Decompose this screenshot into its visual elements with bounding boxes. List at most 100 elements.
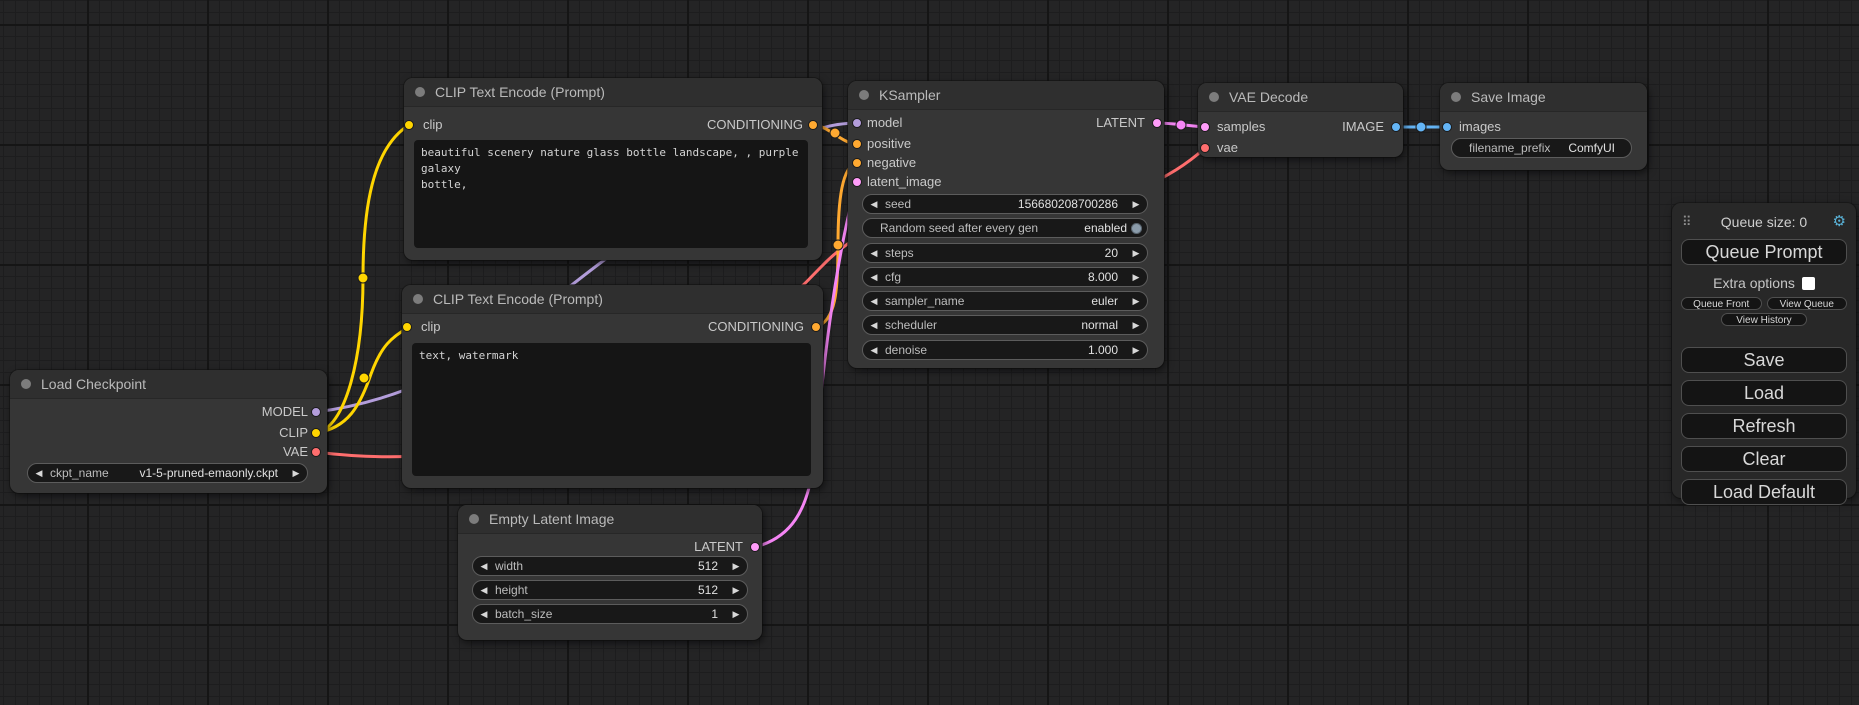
- queue-size-label: Queue size: 0: [1721, 214, 1807, 230]
- widget-value: 1.000: [927, 343, 1125, 357]
- drag-handle-icon[interactable]: ⠿: [1682, 211, 1692, 233]
- node-load-checkpoint[interactable]: Load CheckpointMODELCLIPVAE◀ckpt_namev1-…: [10, 370, 327, 493]
- conditioning-link-negative-center-dot: [833, 240, 843, 250]
- collapse-dot[interactable]: [415, 87, 425, 97]
- widget-label: scheduler: [885, 318, 937, 332]
- arrow-left-icon[interactable]: ◀: [863, 316, 885, 334]
- queue-prompt-button[interactable]: Queue Prompt: [1681, 239, 1847, 265]
- input-slot-vae: vae: [1217, 140, 1238, 156]
- extra-options-checkbox[interactable]: [1802, 277, 1815, 290]
- samples-link-center-dot: [1176, 120, 1186, 130]
- collapse-dot[interactable]: [21, 379, 31, 389]
- widget-sampler_name[interactable]: ◀sampler_nameeuler▶: [862, 291, 1148, 311]
- extra-options-row: Extra options: [1681, 276, 1847, 291]
- widget-batch_size[interactable]: ◀batch_size1▶: [472, 604, 748, 624]
- widget-steps[interactable]: ◀steps20▶: [862, 243, 1148, 263]
- collapse-dot[interactable]: [859, 90, 869, 100]
- arrow-right-icon[interactable]: ▶: [725, 581, 747, 599]
- widget-value: euler: [964, 294, 1125, 308]
- arrow-left-icon[interactable]: ◀: [863, 244, 885, 262]
- node-title-text: Load Checkpoint: [41, 376, 146, 392]
- widget-denoise[interactable]: ◀denoise1.000▶: [862, 340, 1148, 360]
- view-history-button[interactable]: View History: [1721, 313, 1807, 326]
- widget-label: Random seed after every gen: [880, 221, 1038, 235]
- node-vae-decode[interactable]: VAE DecodesamplesvaeIMAGE: [1198, 83, 1403, 157]
- image-link-center-dot: [1416, 122, 1426, 132]
- clip-link-negative-center-dot: [359, 373, 369, 383]
- arrow-left-icon[interactable]: ◀: [863, 195, 885, 213]
- output-slot-LATENT: LATENT: [1096, 115, 1145, 131]
- clear-button[interactable]: Clear: [1681, 446, 1847, 472]
- arrow-right-icon[interactable]: ▶: [725, 557, 747, 575]
- comfy-menu-panel: ⠿ Queue size: 0 ⚙ Queue Prompt Extra opt…: [1672, 203, 1856, 498]
- arrow-left-icon[interactable]: ◀: [473, 557, 495, 575]
- settings-gear-icon[interactable]: ⚙: [1833, 211, 1846, 233]
- arrow-right-icon[interactable]: ▶: [1125, 268, 1147, 286]
- arrow-left-icon[interactable]: ◀: [863, 292, 885, 310]
- widget-ckpt_name[interactable]: ◀ckpt_namev1-5-pruned-emaonly.ckpt▶: [27, 463, 308, 483]
- queue-front-button[interactable]: Queue Front: [1681, 297, 1762, 310]
- arrow-left-icon[interactable]: ◀: [863, 268, 885, 286]
- node-clip-text-encode-positive[interactable]: CLIP Text Encode (Prompt)clipCONDITIONIN…: [404, 78, 822, 260]
- prompt-textarea[interactable]: beautiful scenery nature glass bottle la…: [414, 140, 808, 248]
- widget-height[interactable]: ◀height512▶: [472, 580, 748, 600]
- node-title-text: CLIP Text Encode (Prompt): [435, 84, 605, 100]
- widget-value: normal: [937, 318, 1125, 332]
- output-slot-IMAGE: IMAGE: [1342, 119, 1384, 135]
- input-slot-negative: negative: [867, 155, 916, 171]
- widget-label: width: [495, 559, 523, 573]
- widget-width[interactable]: ◀width512▶: [472, 556, 748, 576]
- load-button[interactable]: Load: [1681, 380, 1847, 406]
- widget-value: 8.000: [901, 270, 1125, 284]
- arrow-right-icon[interactable]: ▶: [1125, 244, 1147, 262]
- graph-canvas[interactable]: { "icons": { "arrow_left": "◀", "arrow_r…: [0, 0, 1859, 705]
- collapse-dot[interactable]: [469, 514, 479, 524]
- node-title-bar: CLIP Text Encode (Prompt): [404, 78, 822, 107]
- load-default-button[interactable]: Load Default: [1681, 479, 1847, 505]
- clip-link-negative: [316, 328, 407, 433]
- arrow-left-icon[interactable]: ◀: [28, 464, 50, 482]
- arrow-right-icon[interactable]: ▶: [1125, 341, 1147, 359]
- widget-seed[interactable]: ◀seed156680208700286▶: [862, 194, 1148, 214]
- output-slot-LATENT: LATENT: [694, 539, 743, 555]
- input-slot-samples: samples: [1217, 119, 1265, 135]
- widget-Random seed after every gen[interactable]: Random seed after every genenabled: [862, 218, 1148, 238]
- arrow-right-icon[interactable]: ▶: [1125, 316, 1147, 334]
- widget-value: v1-5-pruned-emaonly.ckpt: [109, 466, 285, 480]
- arrow-left-icon[interactable]: ◀: [863, 341, 885, 359]
- node-empty-latent-image[interactable]: Empty Latent Image LATENT◀width512▶ ◀heigh…: [458, 505, 762, 640]
- node-ksampler[interactable]: KSamplermodelpositivenegativelatent_imag…: [848, 81, 1164, 368]
- prompt-textarea[interactable]: text, watermark: [412, 343, 811, 476]
- arrow-right-icon[interactable]: ▶: [285, 464, 307, 482]
- widget-value: enabled: [1038, 221, 1131, 235]
- node-save-image[interactable]: Save Image images filename_prefixComfyUI: [1440, 83, 1647, 170]
- toggle-knob-icon[interactable]: [1131, 223, 1142, 234]
- widget-label: ckpt_name: [50, 466, 109, 480]
- node-title-text: Empty Latent Image: [489, 511, 614, 527]
- widget-label: steps: [885, 246, 914, 260]
- input-slot-model: model: [867, 115, 902, 131]
- widget-cfg[interactable]: ◀cfg8.000▶: [862, 267, 1148, 287]
- input-slot-images: images: [1459, 119, 1501, 135]
- widget-value: ComfyUI: [1550, 141, 1631, 155]
- arrow-right-icon[interactable]: ▶: [725, 605, 747, 623]
- refresh-button[interactable]: Refresh: [1681, 413, 1847, 439]
- arrow-right-icon[interactable]: ▶: [1125, 195, 1147, 213]
- node-title-text: Save Image: [1471, 89, 1546, 105]
- save-button[interactable]: Save: [1681, 347, 1847, 373]
- arrow-left-icon[interactable]: ◀: [473, 581, 495, 599]
- widget-scheduler[interactable]: ◀schedulernormal▶: [862, 315, 1148, 335]
- input-slot-clip: clip: [421, 319, 441, 335]
- view-queue-button[interactable]: View Queue: [1767, 297, 1848, 310]
- node-clip-text-encode-negative[interactable]: CLIP Text Encode (Prompt)clipCONDITIONIN…: [402, 285, 823, 488]
- arrow-left-icon[interactable]: ◀: [473, 605, 495, 623]
- input-slot-latent_image: latent_image: [867, 174, 941, 190]
- arrow-right-icon[interactable]: ▶: [1125, 292, 1147, 310]
- collapse-dot[interactable]: [413, 294, 423, 304]
- node-title-bar: Empty Latent Image: [458, 505, 762, 534]
- widget-value: 156680208700286: [911, 197, 1125, 211]
- widget-filename_prefix[interactable]: filename_prefixComfyUI: [1451, 138, 1632, 158]
- node-graph-stage[interactable]: Load CheckpointMODELCLIPVAE◀ckpt_namev1-…: [0, 0, 1859, 705]
- collapse-dot[interactable]: [1209, 92, 1219, 102]
- collapse-dot[interactable]: [1451, 92, 1461, 102]
